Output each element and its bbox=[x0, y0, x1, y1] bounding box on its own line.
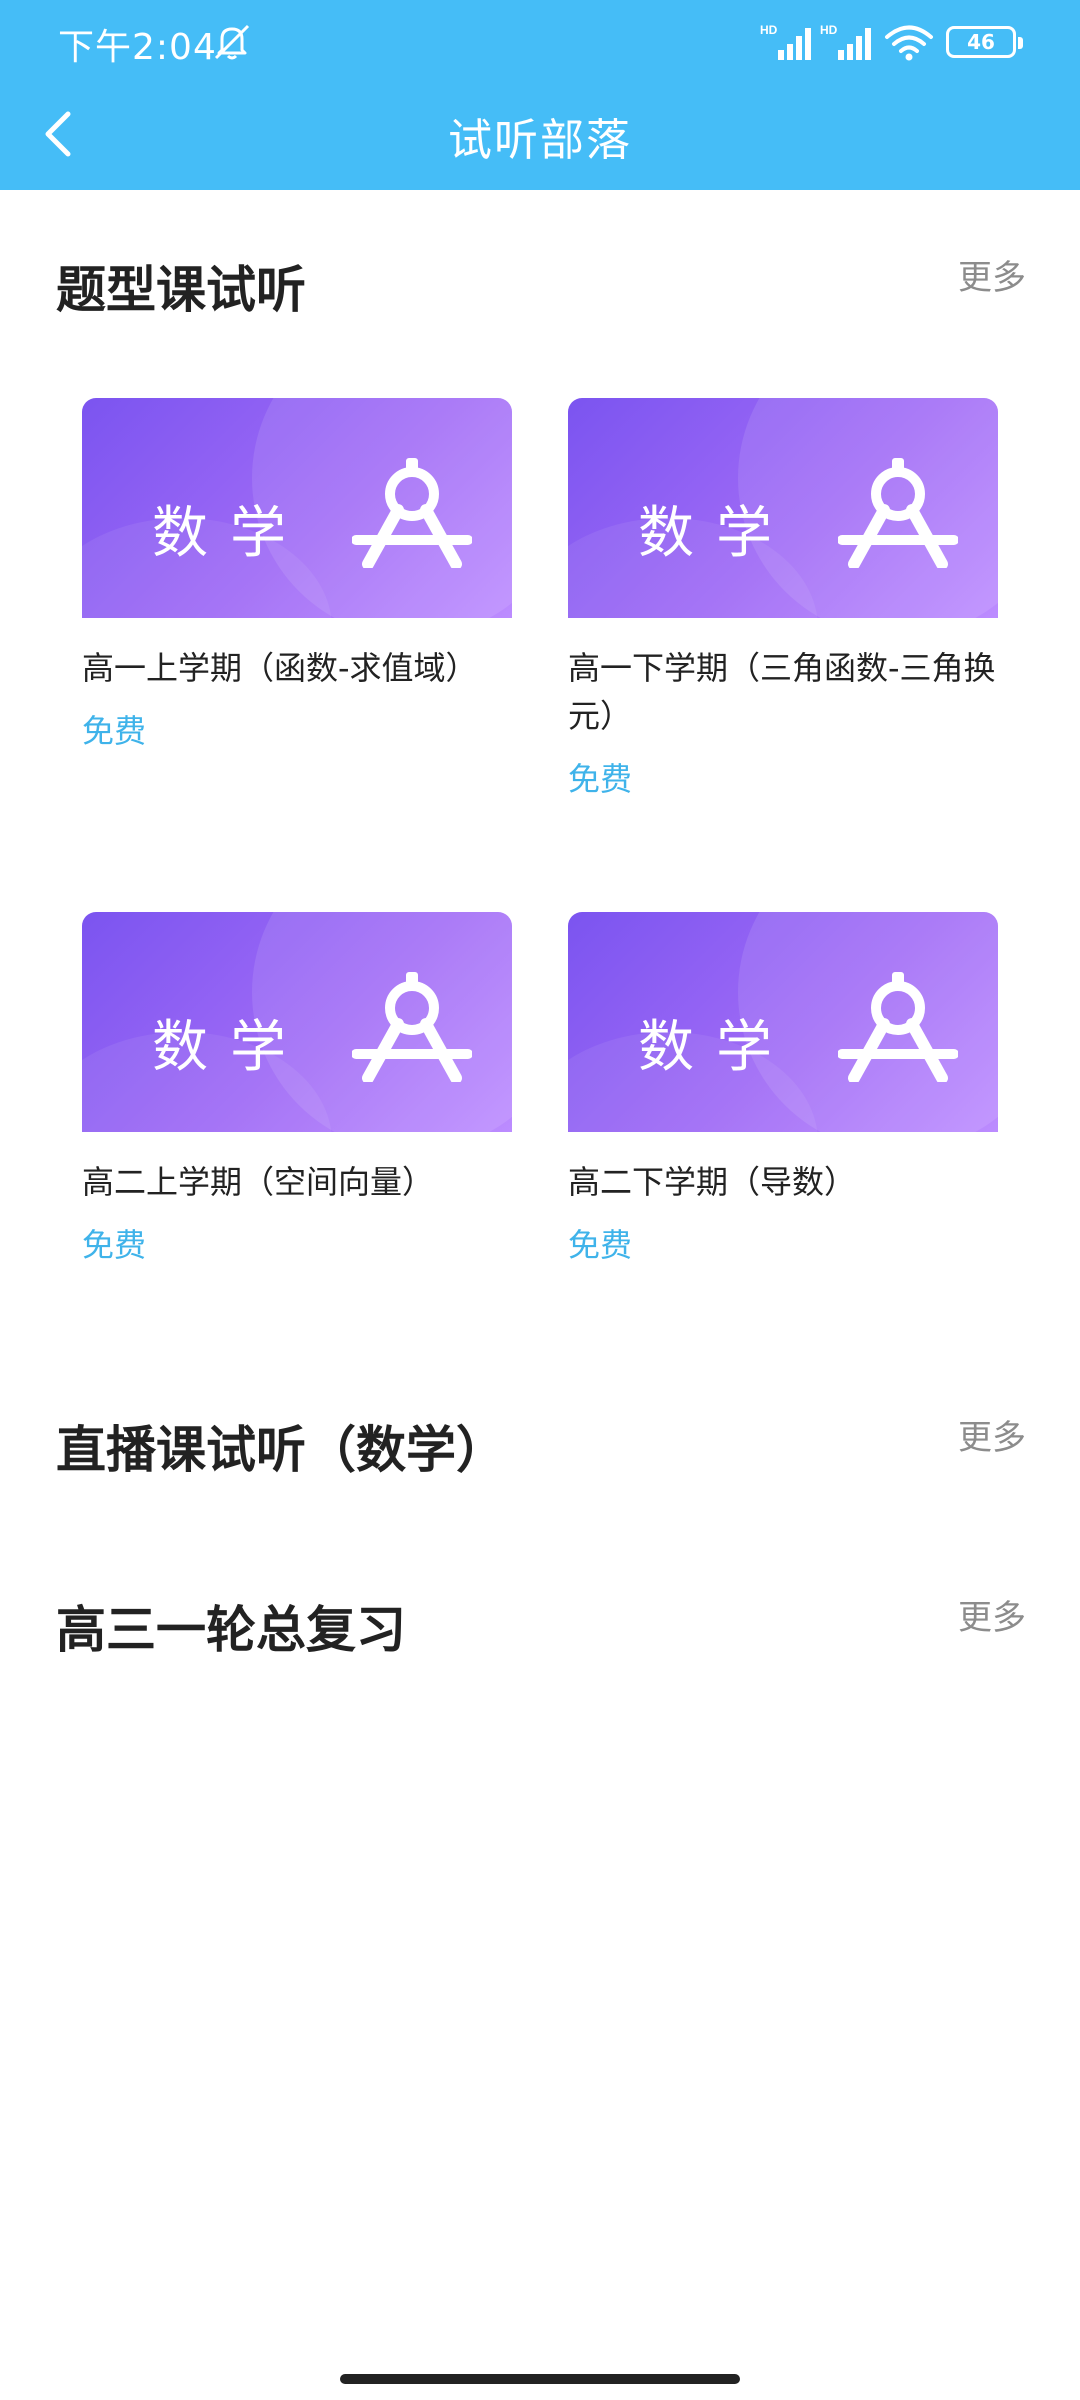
course-price: 免费 bbox=[82, 712, 147, 750]
navigation-bar: 试听部落 bbox=[0, 84, 1080, 190]
section-title-live-class: 直播课试听（数学） bbox=[56, 1421, 506, 1479]
course-subject-label: 数学 bbox=[152, 501, 308, 566]
status-bar: 下午2:04 HD HD 46 bbox=[0, 0, 1080, 84]
course-title: 高一上学期（函数-求值域） bbox=[82, 649, 478, 687]
course-title: 高一下学期（三角函数-三角换元） bbox=[568, 649, 996, 735]
screen: 下午2:04 HD HD 46 试听部落 题型课试听 更多 数学 高一上学期（函… bbox=[0, 0, 1080, 2400]
battery-indicator: 46 bbox=[946, 26, 1023, 58]
course-price: 免费 bbox=[82, 1226, 147, 1264]
section-title-senior-review: 高三一轮总复习 bbox=[56, 1601, 406, 1659]
page-title: 试听部落 bbox=[448, 115, 632, 166]
course-price: 免费 bbox=[568, 760, 633, 798]
wifi-icon bbox=[885, 25, 933, 61]
more-link-question-type[interactable]: 更多 bbox=[958, 250, 1026, 299]
cellular-signal-icon: HD bbox=[820, 23, 871, 60]
section-title-question-type: 题型课试听 bbox=[56, 261, 306, 319]
more-link-senior-review[interactable]: 更多 bbox=[958, 1590, 1026, 1639]
course-thumbnail: 数学 bbox=[568, 398, 998, 618]
compass-icon bbox=[838, 972, 958, 1082]
status-time: 下午2:04 bbox=[58, 27, 217, 68]
notification-muted-icon bbox=[214, 24, 250, 60]
course-thumbnail: 数学 bbox=[568, 912, 998, 1132]
course-thumbnail: 数学 bbox=[82, 912, 512, 1132]
header-bar: 下午2:04 HD HD 46 试听部落 bbox=[0, 0, 1080, 190]
course-subject-label: 数学 bbox=[638, 501, 794, 566]
more-link-live-class[interactable]: 更多 bbox=[958, 1410, 1026, 1459]
cellular-signal-icon: HD bbox=[760, 23, 811, 60]
course-title: 高二上学期（空间向量） bbox=[82, 1163, 435, 1201]
svg-text:HD: HD bbox=[820, 23, 838, 37]
course-card[interactable]: 数学 高一下学期（三角函数-三角换元） 免费 bbox=[568, 398, 998, 800]
course-title: 高二下学期（导数） bbox=[568, 1163, 857, 1201]
compass-icon bbox=[352, 458, 472, 568]
course-subject-label: 数学 bbox=[638, 1015, 794, 1080]
course-subject-label: 数学 bbox=[152, 1015, 308, 1080]
course-card[interactable]: 数学 高二下学期（导数） 免费 bbox=[568, 912, 998, 1266]
svg-text:HD: HD bbox=[760, 23, 778, 37]
course-price: 免费 bbox=[568, 1226, 633, 1264]
compass-icon bbox=[352, 972, 472, 1082]
course-thumbnail: 数学 bbox=[82, 398, 512, 618]
course-card[interactable]: 数学 高二上学期（空间向量） 免费 bbox=[82, 912, 512, 1266]
home-indicator[interactable] bbox=[340, 2374, 740, 2384]
compass-icon bbox=[838, 458, 958, 568]
course-card[interactable]: 数学 高一上学期（函数-求值域） 免费 bbox=[82, 398, 512, 752]
